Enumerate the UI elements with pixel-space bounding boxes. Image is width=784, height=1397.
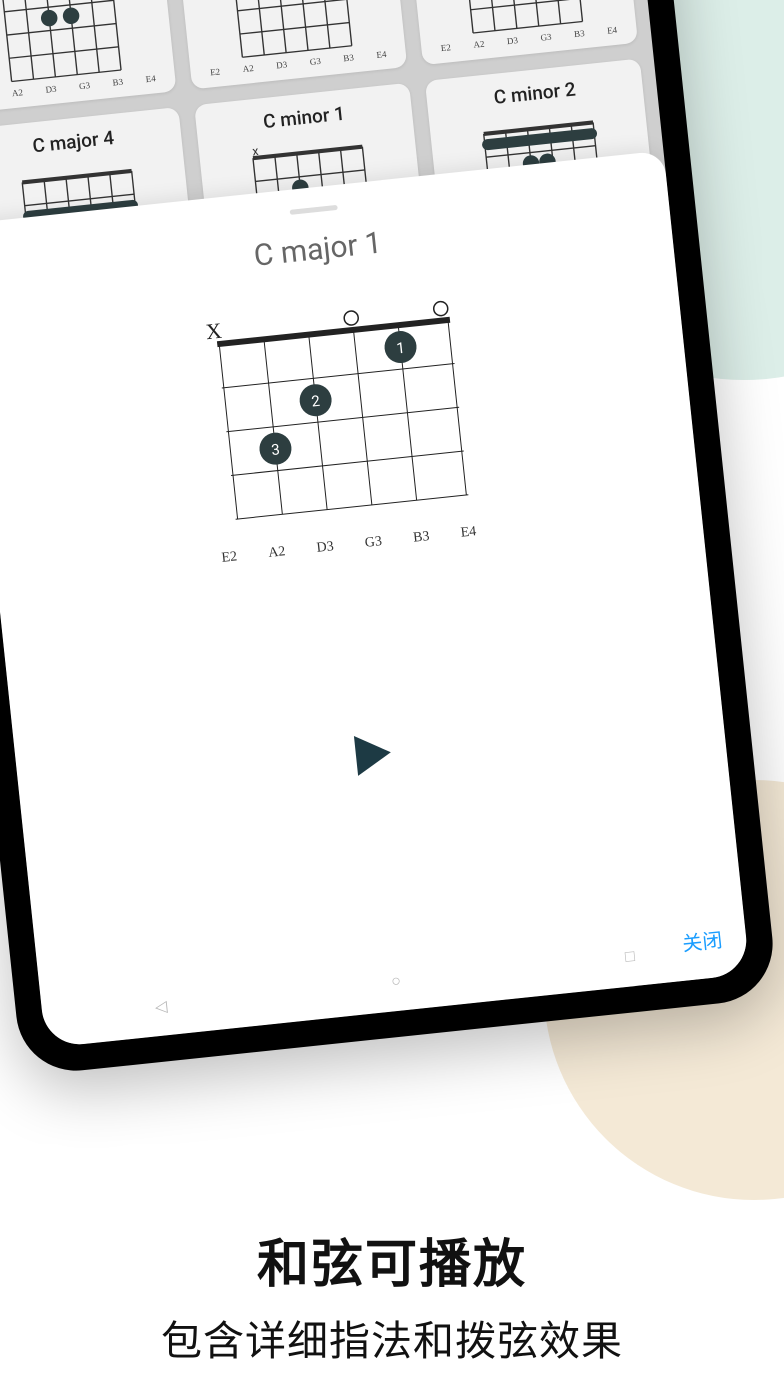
caption-line-1: 和弦可播放 — [0, 1222, 784, 1297]
finger-number: 3 — [270, 440, 280, 459]
drag-handle[interactable] — [290, 205, 338, 215]
finger-number: 2 — [311, 392, 321, 411]
recents-icon[interactable]: □ — [624, 946, 636, 967]
chord-diagram: X — [195, 293, 479, 567]
phone-frame: E2A2D3G3B3E4 E2A2D3G3B3E4 — [0, 0, 779, 1077]
play-icon — [343, 726, 398, 781]
promo-caption: 和弦可播放 包含详细指法和拨弦效果 — [0, 1222, 784, 1367]
chord-detail-modal: C major 1 X — [0, 150, 750, 1047]
play-button[interactable] — [343, 726, 398, 785]
chord-card[interactable]: E2A2D3G3B3E4 — [176, 0, 407, 89]
phone-screen: E2A2D3G3B3E4 E2A2D3G3B3E4 — [0, 0, 750, 1048]
open-string-marker — [344, 310, 359, 325]
modal-title: C major 1 — [0, 198, 648, 302]
chord-card[interactable]: E2A2D3G3B3E4 — [407, 0, 638, 65]
home-icon[interactable]: ○ — [390, 971, 402, 992]
caption-line-2: 包含详细指法和拨弦效果 — [0, 1307, 784, 1367]
back-icon[interactable]: ◁ — [154, 996, 168, 1016]
mute-marker: X — [205, 318, 224, 345]
chord-card[interactable]: E2A2D3G3B3E4 — [0, 0, 177, 114]
finger-number: 1 — [395, 339, 405, 358]
open-string-marker — [433, 301, 448, 316]
